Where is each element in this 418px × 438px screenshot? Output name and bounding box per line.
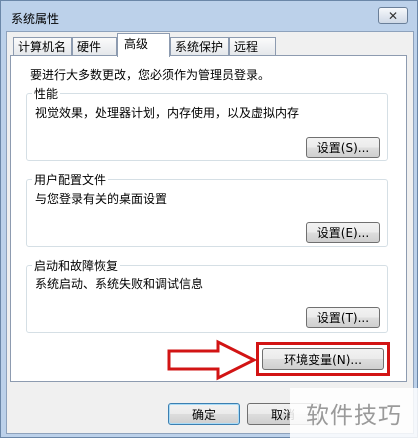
tab-system-protection[interactable]: 系统保护 [170, 37, 229, 56]
performance-title: 性能 [32, 85, 61, 102]
tab-advanced[interactable]: 高级 [117, 33, 170, 57]
window-title: 系统属性 [11, 12, 60, 26]
close-button[interactable]: ✕ [378, 7, 408, 24]
close-icon: ✕ [387, 8, 399, 23]
user-profiles-description: 与您登录有关的桌面设置 [35, 192, 168, 206]
tab-remote[interactable]: 远程 [229, 37, 276, 56]
tab-computer-name[interactable]: 计算机名 [13, 37, 72, 56]
performance-settings-button[interactable]: 设置(S)... [306, 137, 380, 158]
startup-recovery-description: 系统启动、系统失败和调试信息 [35, 277, 204, 291]
environment-variables-button[interactable]: 环境变量(N)... [262, 348, 384, 370]
ok-button[interactable]: 确定 [168, 403, 240, 425]
tab-hardware[interactable]: 硬件 [72, 37, 117, 56]
admin-notice: 要进行大多数更改，您必须作为管理员登录。 [30, 68, 271, 82]
performance-description: 视觉效果，处理器计划，内存使用，以及虚拟内存 [35, 106, 300, 120]
user-profiles-title: 用户配置文件 [32, 171, 109, 188]
startup-recovery-settings-button[interactable]: 设置(T)... [306, 307, 380, 328]
startup-recovery-title: 启动和故障恢复 [32, 257, 121, 274]
user-profiles-settings-button[interactable]: 设置(E)... [306, 222, 380, 243]
red-arrow-annotation [167, 339, 258, 381]
watermark: 软件技巧 [290, 388, 418, 438]
